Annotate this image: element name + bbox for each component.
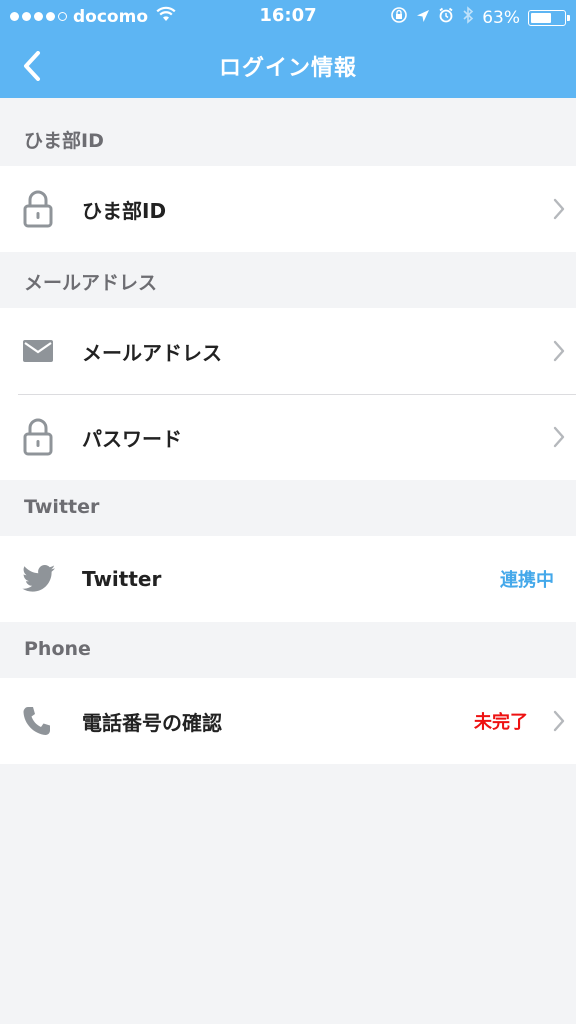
- row-label: Twitter: [82, 567, 162, 591]
- bluetooth-icon: [462, 6, 474, 29]
- row-twitter[interactable]: Twitter 連携中: [0, 536, 576, 622]
- row-label: メールアドレス: [82, 340, 222, 365]
- section-header-twitter: Twitter: [24, 496, 100, 518]
- twitter-bird-icon: [0, 536, 82, 622]
- status-bar: docomo 16:07 63%: [0, 0, 576, 32]
- chevron-right-icon: [542, 198, 576, 220]
- lock-icon: [0, 166, 82, 252]
- section-group-phone: 電話番号の確認 未完了: [0, 678, 576, 764]
- row-himabu-id[interactable]: ひま部ID: [0, 166, 576, 252]
- row-label: ひま部ID: [82, 198, 167, 223]
- section-group-himabu-id: ひま部ID: [0, 166, 576, 252]
- row-email[interactable]: メールアドレス: [0, 308, 576, 394]
- chevron-right-icon: [542, 710, 576, 732]
- incomplete-status-label: 未完了: [474, 712, 528, 733]
- row-label: 電話番号の確認: [82, 710, 222, 735]
- section-group-twitter: Twitter 連携中: [0, 536, 576, 622]
- chevron-right-icon: [542, 340, 576, 362]
- orientation-lock-icon: [390, 6, 408, 29]
- phone-icon: [0, 678, 82, 764]
- section-header-himabu-id: ひま部ID: [24, 130, 104, 152]
- row-password[interactable]: パスワード: [0, 394, 576, 480]
- nav-bar: docomo 16:07 63% ログイン情報: [0, 0, 576, 98]
- section-header-email: メールアドレス: [24, 272, 158, 294]
- row-phone-verification[interactable]: 電話番号の確認 未完了: [0, 678, 576, 764]
- location-arrow-icon: [416, 8, 430, 28]
- chevron-right-icon: [542, 426, 576, 448]
- row-label: パスワード: [82, 426, 182, 451]
- linked-status-label: 連携中: [500, 570, 554, 591]
- status-right: 63%: [390, 6, 570, 29]
- section-header-phone: Phone: [24, 638, 91, 660]
- mail-icon: [0, 308, 82, 394]
- lock-icon: [0, 394, 82, 480]
- section-group-email: メールアドレス パスワード: [0, 308, 576, 480]
- battery-icon: [528, 9, 570, 26]
- alarm-icon: [438, 7, 454, 28]
- page-title: ログイン情報: [218, 56, 357, 81]
- battery-percent: 63%: [482, 7, 520, 28]
- settings-list: ひま部ID ひま部ID メールアドレス メールアドレス パスワード Twitte…: [0, 98, 576, 764]
